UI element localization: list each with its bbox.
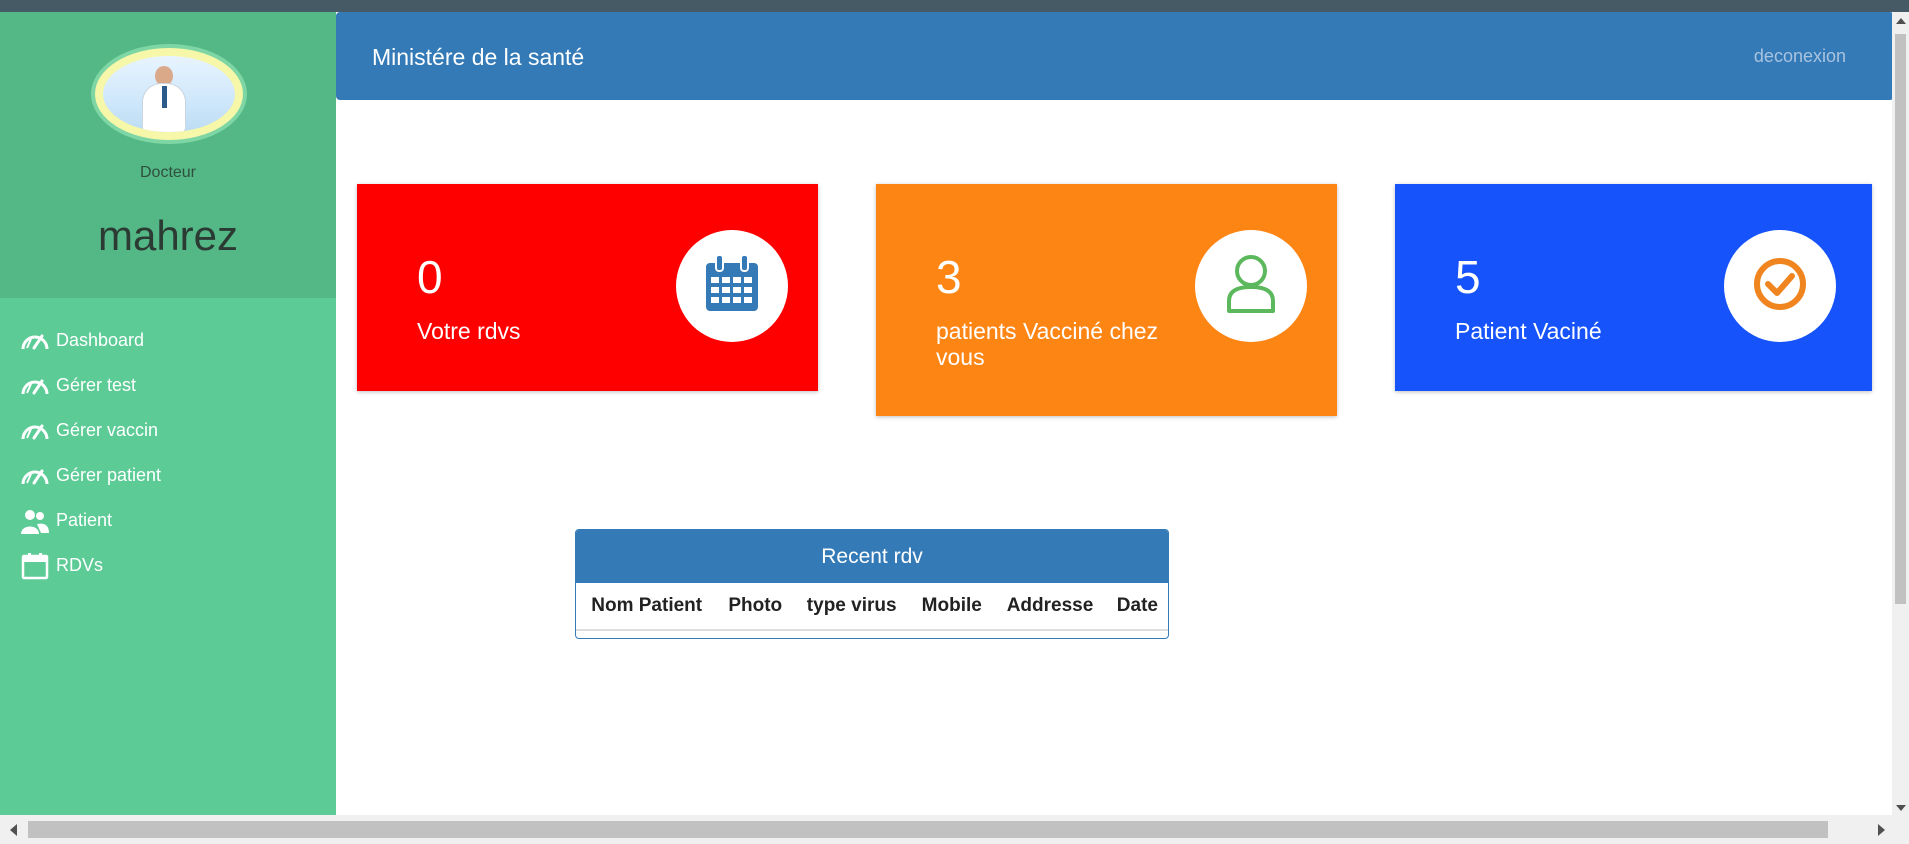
profile-username: mahrez [97,212,239,259]
profile-section: Docteur mahrez [0,12,336,298]
scroll-down-icon[interactable] [1896,805,1906,811]
calendar-icon [20,552,50,580]
top-header: Ministére de la santé deconexion [336,12,1894,100]
column-header: Nom Patient [576,583,718,631]
check-circle-icon [1752,256,1808,317]
sidebar-item-label: Gérer vaccin [56,420,159,440]
column-header: Date [1106,583,1168,631]
column-header: Photo [717,583,794,631]
column-header: Addresse [993,583,1107,631]
sidebar: Docteur mahrez Dashboard Gérer test Gére… [0,12,336,815]
stat-label: Patient Vaciné [1455,318,1602,344]
sidebar-item-gerer-patient[interactable]: Gérer patient [0,453,336,498]
sidebar-item-rdvs[interactable]: RDVs [0,543,336,588]
user-icon [1223,253,1279,320]
stat-icon-circle [1724,230,1836,342]
scroll-left-icon[interactable] [10,824,17,836]
page-title: Ministére de la santé [372,44,585,70]
sidebar-nav: Dashboard Gérer test Gérer vaccin Gérer … [0,318,336,588]
browser-top-strip [0,0,1909,12]
doctor-photo [103,56,235,132]
speedometer-icon [20,462,50,490]
sidebar-item-label: Patient [56,510,113,530]
avatar [95,48,243,140]
stat-label: patients Vacciné chez vous [936,318,1159,370]
recent-rdv-panel: Recent rdv Nom Patient Photo type virus … [575,529,1169,639]
sidebar-item-gerer-test[interactable]: Gérer test [0,363,336,408]
horizontal-scrollbar[interactable] [0,815,1909,844]
stat-icon-circle [1195,230,1307,342]
sidebar-item-dashboard[interactable]: Dashboard [0,318,336,363]
vertical-scrollbar[interactable] [1892,12,1909,815]
speedometer-icon [20,327,50,355]
column-header: Mobile [910,583,994,631]
stat-count: 3 [936,251,962,303]
scrollbar-thumb[interactable] [28,821,1828,838]
profile-role: Docteur [139,164,197,181]
scrollbar-thumb[interactable] [1895,34,1906,604]
sidebar-item-label: Dashboard [56,330,145,350]
scroll-right-icon[interactable] [1878,824,1885,836]
column-header: type virus [793,583,911,631]
sidebar-item-label: RDVs [56,555,104,575]
sidebar-item-gerer-vaccin[interactable]: Gérer vaccin [0,408,336,453]
sidebar-item-patient[interactable]: Patient [0,498,336,543]
stat-card-vaccinated: 5 Patient Vaciné [1395,184,1872,391]
stat-icon-circle [676,230,788,342]
table-header-row: Nom Patient Photo type virus Mobile Addr… [576,583,1168,631]
calendar-icon [704,253,760,320]
recent-rdv-table: Nom Patient Photo type virus Mobile Addr… [576,583,1168,631]
speedometer-icon [20,372,50,400]
speedometer-icon [20,417,50,445]
users-icon [20,507,50,535]
stat-label: Votre rdvs [417,318,521,344]
stat-count: 0 [417,251,443,303]
recent-rdv-title: Recent rdv [576,530,1168,583]
stat-count: 5 [1455,251,1481,303]
sidebar-item-label: Gérer patient [56,465,162,485]
stat-card-rdvs: 0 Votre rdvs [357,184,818,391]
scroll-up-icon[interactable] [1896,18,1906,24]
logout-link[interactable]: deconexion [1754,46,1846,67]
stat-card-vaccinated-here: 3 patients Vacciné chez vous [876,184,1337,416]
sidebar-item-label: Gérer test [56,375,137,395]
